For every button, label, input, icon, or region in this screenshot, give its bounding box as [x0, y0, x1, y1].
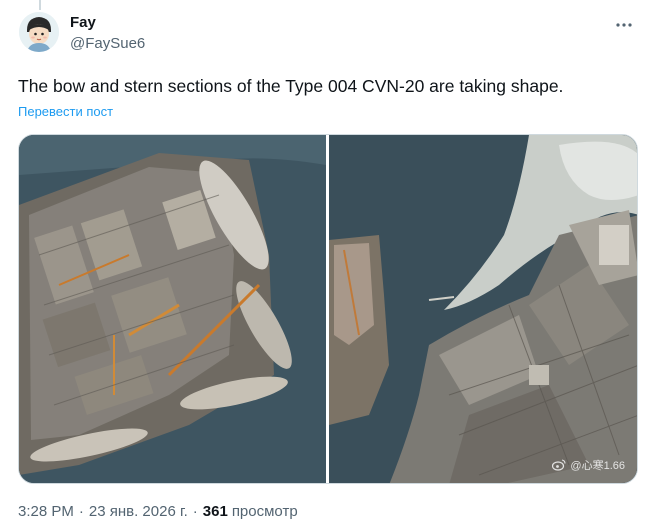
avatar[interactable]	[19, 12, 59, 52]
more-horizontal-icon	[616, 23, 632, 27]
author-name[interactable]: Fay	[70, 14, 96, 31]
meta-separator: ·	[78, 503, 84, 520]
meta-separator: ·	[192, 503, 198, 520]
tweet-text: The bow and stern sections of the Type 0…	[18, 76, 564, 96]
thread-connector-line	[39, 0, 41, 10]
port-satellite-image	[329, 135, 637, 483]
post-date[interactable]: 23 янв. 2026 г.	[89, 503, 188, 520]
translate-post-link[interactable]: Перевести пост	[18, 104, 113, 119]
watermark-text: @心寒1.66	[570, 460, 625, 472]
weibo-icon	[552, 459, 566, 471]
shipyard-dock-image	[19, 135, 326, 483]
post-time[interactable]: 3:28 PM	[18, 503, 74, 520]
views-label: просмотр	[231, 503, 298, 520]
author-handle[interactable]: @FaySue6	[70, 35, 145, 52]
tweet-media[interactable]: @心寒1.66	[18, 134, 638, 484]
avatar-illustration	[19, 12, 59, 52]
media-watermark: @心寒1.66	[552, 457, 625, 473]
tweet-meta: 3:28 PM · 23 янв. 2026 г. · 361 просмотр	[18, 503, 298, 520]
views-count: 361	[202, 503, 228, 520]
more-options-button[interactable]	[613, 14, 635, 36]
